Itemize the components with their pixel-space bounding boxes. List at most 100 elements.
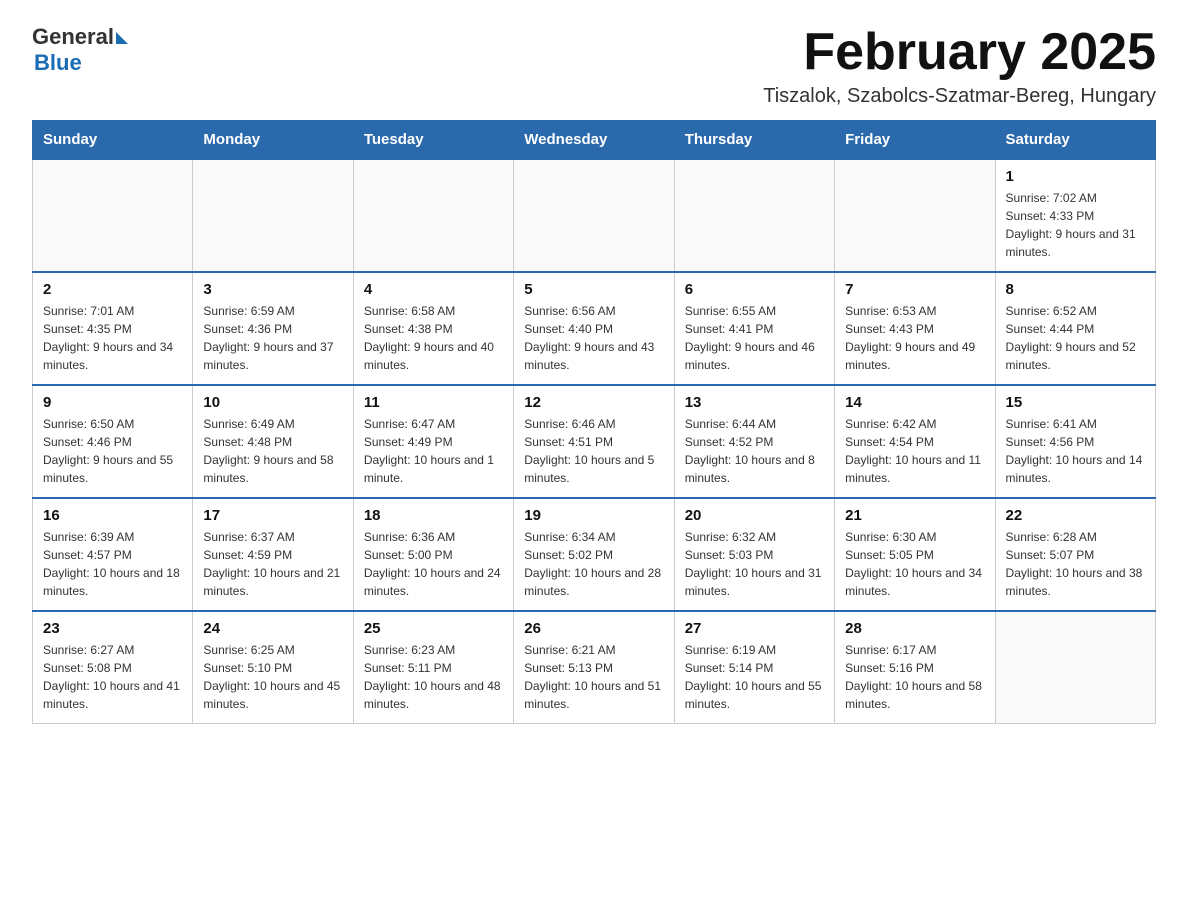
day-info: Sunrise: 6:42 AM Sunset: 4:54 PM Dayligh… (845, 415, 984, 487)
day-info: Sunrise: 6:52 AM Sunset: 4:44 PM Dayligh… (1006, 302, 1145, 374)
calendar-cell: 7 Sunrise: 6:53 AM Sunset: 4:43 PM Daylig… (835, 272, 995, 385)
calendar-cell: 18 Sunrise: 6:36 AM Sunset: 5:00 PM Dayli… (353, 498, 513, 611)
day-number: 26 (524, 620, 663, 637)
day-number: 12 (524, 394, 663, 411)
calendar-cell: 17 Sunrise: 6:37 AM Sunset: 4:59 PM Dayli… (193, 498, 353, 611)
day-number: 23 (43, 620, 182, 637)
calendar-cell: 2 Sunrise: 7:01 AM Sunset: 4:35 PM Daylig… (33, 272, 193, 385)
logo-general-text: General (32, 24, 114, 50)
calendar-cell: 1 Sunrise: 7:02 AM Sunset: 4:33 PM Daylig… (995, 159, 1155, 272)
weekday-header-friday: Friday (835, 121, 995, 160)
calendar-cell: 9 Sunrise: 6:50 AM Sunset: 4:46 PM Daylig… (33, 385, 193, 498)
calendar-week-row: 23 Sunrise: 6:27 AM Sunset: 5:08 PM Dayli… (33, 611, 1156, 724)
calendar-cell: 22 Sunrise: 6:28 AM Sunset: 5:07 PM Dayli… (995, 498, 1155, 611)
day-number: 20 (685, 507, 824, 524)
day-number: 17 (203, 507, 342, 524)
day-info: Sunrise: 6:41 AM Sunset: 4:56 PM Dayligh… (1006, 415, 1145, 487)
day-number: 28 (845, 620, 984, 637)
day-info: Sunrise: 6:19 AM Sunset: 5:14 PM Dayligh… (685, 641, 824, 713)
calendar-cell (995, 611, 1155, 724)
calendar-cell: 28 Sunrise: 6:17 AM Sunset: 5:16 PM Dayli… (835, 611, 995, 724)
day-number: 24 (203, 620, 342, 637)
logo-blue-text: Blue (34, 50, 128, 76)
day-info: Sunrise: 6:46 AM Sunset: 4:51 PM Dayligh… (524, 415, 663, 487)
day-info: Sunrise: 6:21 AM Sunset: 5:13 PM Dayligh… (524, 641, 663, 713)
calendar-cell: 27 Sunrise: 6:19 AM Sunset: 5:14 PM Dayli… (674, 611, 834, 724)
day-info: Sunrise: 6:56 AM Sunset: 4:40 PM Dayligh… (524, 302, 663, 374)
calendar-cell: 4 Sunrise: 6:58 AM Sunset: 4:38 PM Daylig… (353, 272, 513, 385)
day-number: 21 (845, 507, 984, 524)
day-info: Sunrise: 6:44 AM Sunset: 4:52 PM Dayligh… (685, 415, 824, 487)
day-number: 1 (1006, 168, 1145, 185)
day-number: 16 (43, 507, 182, 524)
day-number: 11 (364, 394, 503, 411)
day-info: Sunrise: 6:27 AM Sunset: 5:08 PM Dayligh… (43, 641, 182, 713)
logo-arrow-icon (116, 32, 128, 44)
day-info: Sunrise: 6:17 AM Sunset: 5:16 PM Dayligh… (845, 641, 984, 713)
day-info: Sunrise: 6:53 AM Sunset: 4:43 PM Dayligh… (845, 302, 984, 374)
day-info: Sunrise: 6:55 AM Sunset: 4:41 PM Dayligh… (685, 302, 824, 374)
weekday-header-saturday: Saturday (995, 121, 1155, 160)
calendar-cell: 6 Sunrise: 6:55 AM Sunset: 4:41 PM Daylig… (674, 272, 834, 385)
day-info: Sunrise: 6:34 AM Sunset: 5:02 PM Dayligh… (524, 528, 663, 600)
day-info: Sunrise: 6:37 AM Sunset: 4:59 PM Dayligh… (203, 528, 342, 600)
day-info: Sunrise: 6:28 AM Sunset: 5:07 PM Dayligh… (1006, 528, 1145, 600)
calendar-week-row: 9 Sunrise: 6:50 AM Sunset: 4:46 PM Daylig… (33, 385, 1156, 498)
day-info: Sunrise: 6:36 AM Sunset: 5:00 PM Dayligh… (364, 528, 503, 600)
day-info: Sunrise: 7:01 AM Sunset: 4:35 PM Dayligh… (43, 302, 182, 374)
calendar-cell: 19 Sunrise: 6:34 AM Sunset: 5:02 PM Dayli… (514, 498, 674, 611)
day-info: Sunrise: 6:50 AM Sunset: 4:46 PM Dayligh… (43, 415, 182, 487)
calendar-cell (835, 159, 995, 272)
calendar-cell: 23 Sunrise: 6:27 AM Sunset: 5:08 PM Dayli… (33, 611, 193, 724)
day-number: 15 (1006, 394, 1145, 411)
month-title: February 2025 (763, 24, 1156, 81)
calendar-cell (33, 159, 193, 272)
calendar-week-row: 2 Sunrise: 7:01 AM Sunset: 4:35 PM Daylig… (33, 272, 1156, 385)
day-info: Sunrise: 6:39 AM Sunset: 4:57 PM Dayligh… (43, 528, 182, 600)
day-info: Sunrise: 7:02 AM Sunset: 4:33 PM Dayligh… (1006, 189, 1145, 261)
calendar-cell: 24 Sunrise: 6:25 AM Sunset: 5:10 PM Dayli… (193, 611, 353, 724)
day-info: Sunrise: 6:58 AM Sunset: 4:38 PM Dayligh… (364, 302, 503, 374)
calendar-cell: 15 Sunrise: 6:41 AM Sunset: 4:56 PM Dayli… (995, 385, 1155, 498)
weekday-header-wednesday: Wednesday (514, 121, 674, 160)
day-number: 14 (845, 394, 984, 411)
weekday-header-tuesday: Tuesday (353, 121, 513, 160)
calendar-cell: 10Sunrise: 6:49 AM Sunset: 4:48 PM Dayli… (193, 385, 353, 498)
day-number: 19 (524, 507, 663, 524)
calendar-cell (674, 159, 834, 272)
calendar-header-row: SundayMondayTuesdayWednesdayThursdayFrid… (33, 121, 1156, 160)
day-number: 4 (364, 281, 503, 298)
day-info: Sunrise: 6:32 AM Sunset: 5:03 PM Dayligh… (685, 528, 824, 600)
calendar-cell: 13 Sunrise: 6:44 AM Sunset: 4:52 PM Dayli… (674, 385, 834, 498)
weekday-header-monday: Monday (193, 121, 353, 160)
page-header: General Blue February 2025 Tiszalok, Sza… (32, 24, 1156, 108)
day-number: 2 (43, 281, 182, 298)
day-number: 13 (685, 394, 824, 411)
weekday-header-thursday: Thursday (674, 121, 834, 160)
calendar-cell: 11 Sunrise: 6:47 AM Sunset: 4:49 PM Dayli… (353, 385, 513, 498)
logo: General Blue (32, 24, 128, 76)
day-number: 22 (1006, 507, 1145, 524)
day-info: Sunrise: 6:47 AM Sunset: 4:49 PM Dayligh… (364, 415, 503, 487)
calendar-cell (514, 159, 674, 272)
calendar-cell: 12 Sunrise: 6:46 AM Sunset: 4:51 PM Dayli… (514, 385, 674, 498)
day-number: 27 (685, 620, 824, 637)
location-title: Tiszalok, Szabolcs-Szatmar-Bereg, Hungar… (763, 85, 1156, 108)
calendar-cell: 8Sunrise: 6:52 AM Sunset: 4:44 PM Daylig… (995, 272, 1155, 385)
day-number: 5 (524, 281, 663, 298)
day-info: Sunrise: 6:59 AM Sunset: 4:36 PM Dayligh… (203, 302, 342, 374)
day-number: 18 (364, 507, 503, 524)
day-info: Sunrise: 6:30 AM Sunset: 5:05 PM Dayligh… (845, 528, 984, 600)
calendar-cell (353, 159, 513, 272)
day-number: 7 (845, 281, 984, 298)
calendar-week-row: 16 Sunrise: 6:39 AM Sunset: 4:57 PM Dayli… (33, 498, 1156, 611)
calendar-week-row: 1 Sunrise: 7:02 AM Sunset: 4:33 PM Daylig… (33, 159, 1156, 272)
day-number: 9 (43, 394, 182, 411)
calendar-cell: 26 Sunrise: 6:21 AM Sunset: 5:13 PM Dayli… (514, 611, 674, 724)
day-number: 6 (685, 281, 824, 298)
calendar-cell: 5 Sunrise: 6:56 AM Sunset: 4:40 PM Daylig… (514, 272, 674, 385)
calendar-table: SundayMondayTuesdayWednesdayThursdayFrid… (32, 120, 1156, 724)
calendar-cell: 21 Sunrise: 6:30 AM Sunset: 5:05 PM Dayli… (835, 498, 995, 611)
day-info: Sunrise: 6:25 AM Sunset: 5:10 PM Dayligh… (203, 641, 342, 713)
calendar-cell: 20 Sunrise: 6:32 AM Sunset: 5:03 PM Dayli… (674, 498, 834, 611)
